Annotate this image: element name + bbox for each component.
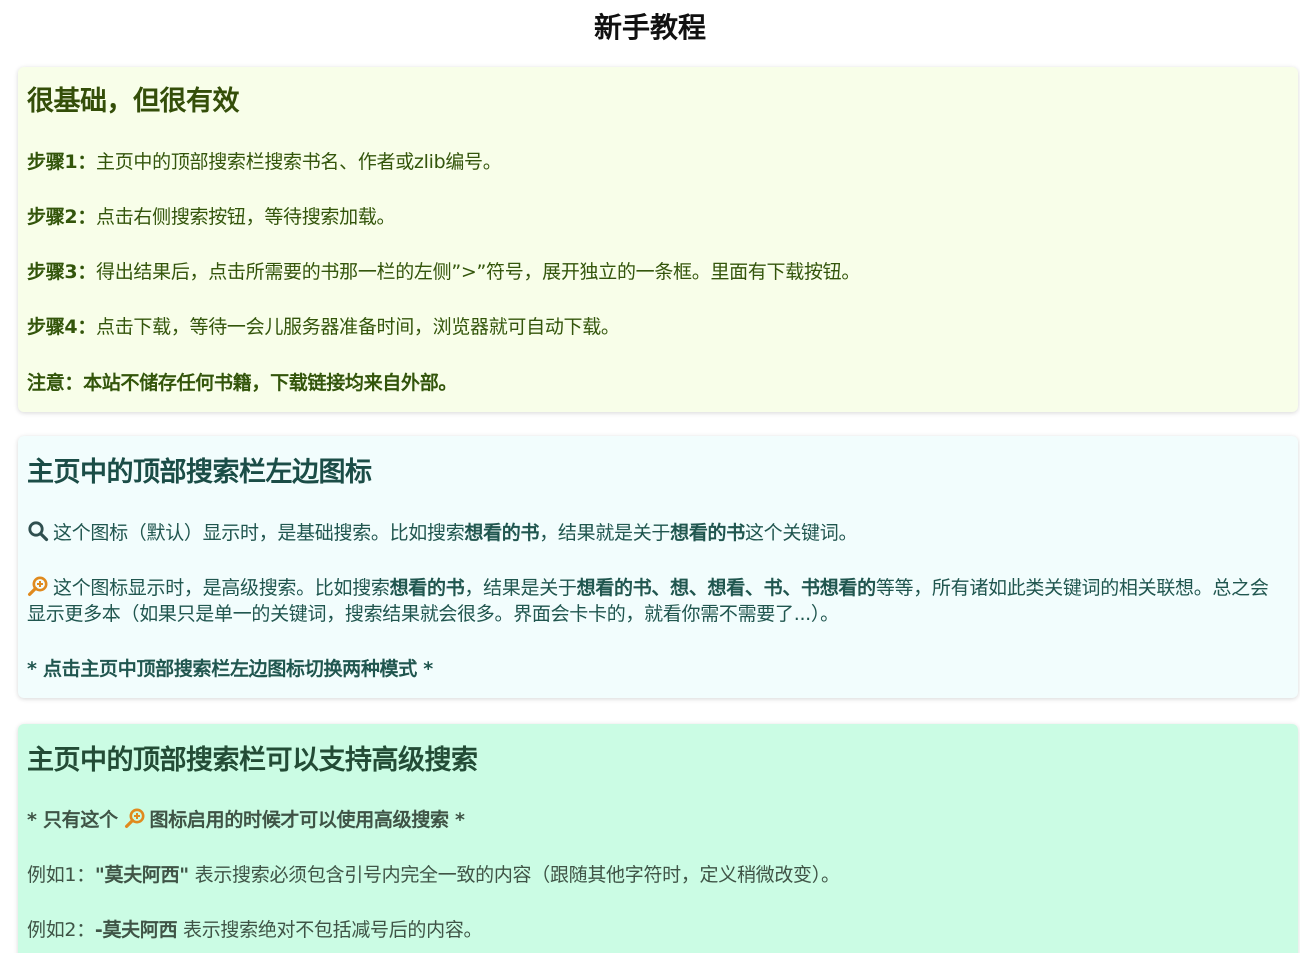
step-1: 步骤1：主页中的顶部搜索栏搜索书名、作者或zlib编号。 <box>27 149 1284 175</box>
step-label: 步骤1： <box>27 151 97 173</box>
example-text: 表示搜索必须包含引号内完全一致的内容（跟随其他字符时，定义稍微改变）。 <box>194 864 840 886</box>
step-text: 点击下载，等待一会儿服务器准备时间，浏览器就可自动下载。 <box>96 316 620 338</box>
advanced-search-icon <box>124 807 146 829</box>
storage-note: 注意：本站不储存任何书籍，下载链接均来自外部。 <box>27 370 1284 396</box>
step-text: 得出结果后，点击所需要的书那一栏的左侧”>”符号，展开独立的一条框。里面有下载按… <box>96 261 861 283</box>
step-label: 步骤3： <box>27 261 97 283</box>
step-label: 步骤2： <box>27 206 97 228</box>
advanced-keyword-1: 想看的书 <box>389 577 465 599</box>
advanced-keyword-2: 想看的书、想、想看、书、书想看的 <box>576 577 877 599</box>
step-label: 步骤4： <box>27 316 97 338</box>
toggle-note-text: * 点击主页中顶部搜索栏左边图标切换两种模式 * <box>27 658 433 680</box>
default-text-2: ，结果就是关于 <box>539 522 671 544</box>
default-text-1: 这个图标（默认）显示时，是基础搜索。比如搜索 <box>53 522 465 544</box>
note-text: 本站不储存任何书籍，下载链接均来自外部。 <box>83 372 458 394</box>
example-label: 例如1： <box>27 864 95 886</box>
advanced-search-heading: 主页中的顶部搜索栏可以支持高级搜索 <box>27 745 478 776</box>
step-text: 点击右侧搜索按钮，等待搜索加载。 <box>96 206 396 228</box>
advanced-text-1: 这个图标显示时，是高级搜索。比如搜索 <box>53 577 390 599</box>
default-keyword-1: 想看的书 <box>464 522 540 544</box>
search-icon <box>27 520 49 542</box>
search-icon-heading: 主页中的顶部搜索栏左边图标 <box>27 457 372 488</box>
basic-guide-heading: 很基础，但很有效 <box>27 86 240 117</box>
default-mode-line: 这个图标（默认）显示时，是基础搜索。比如搜索想看的书，结果就是关于想看的书这个关… <box>27 520 1284 546</box>
basic-guide-card: 很基础，但很有效 步骤1：主页中的顶部搜索栏搜索书名、作者或zlib编号。 步骤… <box>18 67 1298 412</box>
advanced-search-icon <box>27 575 49 597</box>
advanced-mode-line: 这个图标显示时，是高级搜索。比如搜索想看的书，结果是关于想看的书、想、想看、书、… <box>27 575 1284 627</box>
advanced-search-card: 主页中的顶部搜索栏可以支持高级搜索 * 只有这个 图标启用的时候才可以使用高级搜… <box>18 724 1298 953</box>
example-label: 例如2： <box>27 919 95 941</box>
toggle-mode-note: * 点击主页中顶部搜索栏左边图标切换两种模式 * <box>27 656 1284 682</box>
note-label: 注意： <box>27 372 84 394</box>
page-title: 新手教程 <box>593 11 706 44</box>
default-keyword-2: 想看的书 <box>670 522 745 544</box>
default-text-3: 这个关键词。 <box>744 522 858 544</box>
example-1: 例如1："莫夫阿西" 表示搜索必须包含引号内完全一致的内容（跟随其他字符时，定义… <box>27 862 1284 888</box>
example-term: -莫夫阿西 <box>94 919 178 941</box>
example-text: 表示搜索绝对不包括减号后的内容。 <box>183 919 483 941</box>
step-4: 步骤4：点击下载，等待一会儿服务器准备时间，浏览器就可自动下载。 <box>27 314 1284 340</box>
advanced-text-2: ，结果是关于 <box>464 577 577 599</box>
step-text: 主页中的顶部搜索栏搜索书名、作者或zlib编号。 <box>96 151 502 173</box>
example-2: 例如2：-莫夫阿西 表示搜索绝对不包括减号后的内容。 <box>27 917 1284 943</box>
step-2: 步骤2：点击右侧搜索按钮，等待搜索加载。 <box>27 204 1284 230</box>
search-icon-card: 主页中的顶部搜索栏左边图标 这个图标（默认）显示时，是基础搜索。比如搜索想看的书… <box>18 436 1298 698</box>
only-note-pre: * 只有这个 <box>27 809 118 831</box>
example-term: "莫夫阿西" <box>94 864 189 886</box>
step-3: 步骤3：得出结果后，点击所需要的书那一栏的左侧”>”符号，展开独立的一条框。里面… <box>27 259 1284 285</box>
only-note-post: 图标启用的时候才可以使用高级搜索 * <box>149 809 465 831</box>
advanced-only-note: * 只有这个 图标启用的时候才可以使用高级搜索 * <box>27 807 1284 833</box>
